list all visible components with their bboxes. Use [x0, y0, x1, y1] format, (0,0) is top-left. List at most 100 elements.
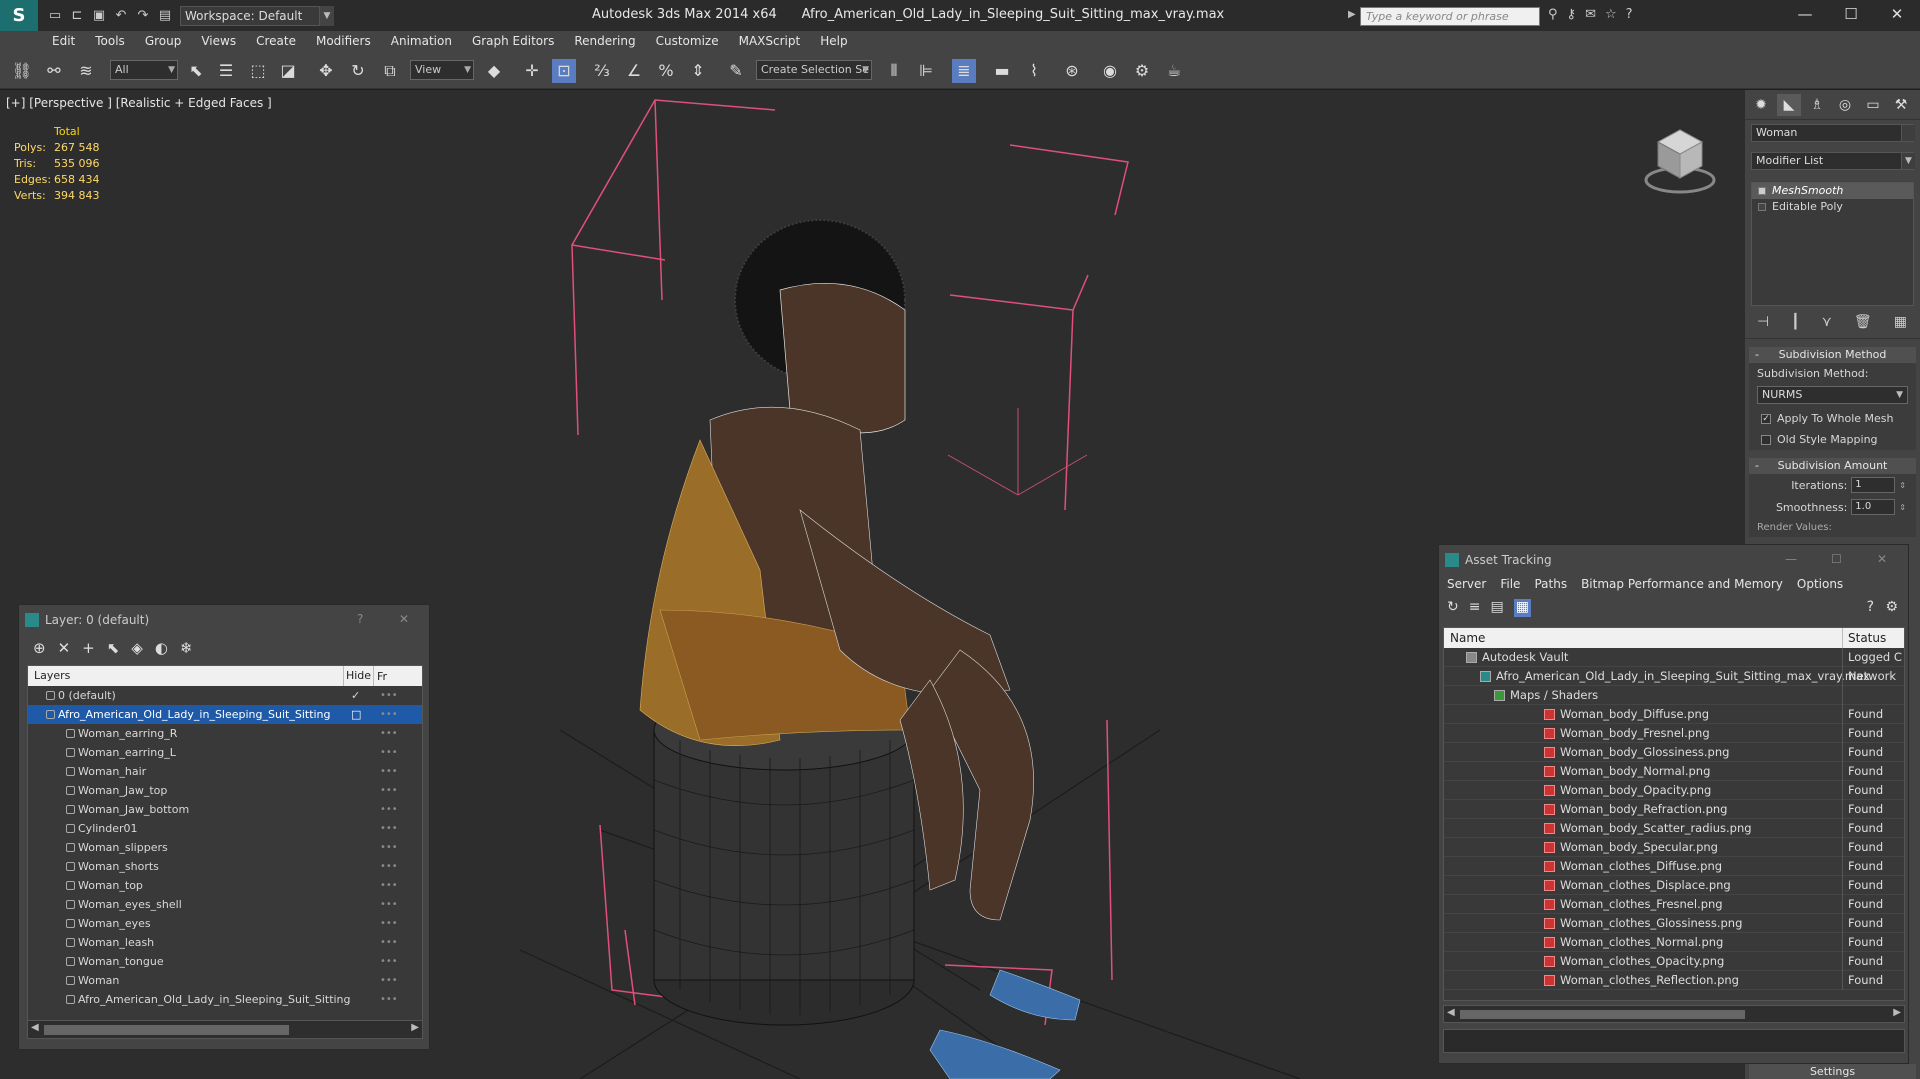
move-icon[interactable]: ✥: [314, 59, 338, 83]
modifier-stack-item[interactable]: Editable Poly: [1752, 199, 1913, 215]
pivot-center-icon[interactable]: ◆: [482, 59, 506, 83]
object-name-field[interactable]: Woman: [1751, 124, 1915, 142]
curve-editor-icon[interactable]: ⌇: [1022, 59, 1046, 83]
asset-row[interactable]: Woman_body_Fresnel.png Found: [1444, 724, 1904, 743]
scroll-left-icon[interactable]: ◀: [31, 1022, 39, 1033]
select-manipulate-icon[interactable]: ✛: [520, 59, 544, 83]
save-icon[interactable]: ▣: [90, 7, 108, 25]
menu-rendering[interactable]: Rendering: [574, 34, 635, 48]
freeze-toggle[interactable]: •••: [380, 933, 398, 952]
new-file-icon[interactable]: ▭: [46, 7, 64, 25]
asset-row[interactable]: Woman_body_Refraction.png Found: [1444, 800, 1904, 819]
freeze-toggle[interactable]: •••: [380, 895, 398, 914]
undo-icon[interactable]: ↶: [112, 7, 130, 25]
asset-row[interactable]: Woman_clothes_Normal.png Found: [1444, 933, 1904, 952]
horizontal-scrollbar[interactable]: ◀ ▶: [28, 1020, 422, 1038]
menu-options[interactable]: Options: [1797, 577, 1843, 593]
hide-toggle[interactable]: □: [351, 705, 361, 724]
pin-stack-icon[interactable]: ⊣: [1757, 314, 1769, 330]
favorites-icon[interactable]: ☆: [1605, 7, 1617, 22]
column-divider[interactable]: [1842, 628, 1843, 648]
layer-row[interactable]: Woman_slippers •••: [28, 838, 422, 857]
menu-server[interactable]: Server: [1447, 577, 1486, 593]
menu-help[interactable]: Help: [820, 34, 847, 48]
rotate-icon[interactable]: ↻: [346, 59, 370, 83]
spinner-snap-icon[interactable]: ⇕: [686, 59, 710, 83]
modify-tab-icon[interactable]: ◣: [1777, 94, 1801, 116]
reference-coord-dropdown[interactable]: View ▼: [410, 60, 474, 80]
search-input[interactable]: Type a keyword or phrase: [1360, 7, 1540, 26]
asset-row[interactable]: Woman_clothes_Opacity.png Found: [1444, 952, 1904, 971]
layer-row[interactable]: Woman_leash •••: [28, 933, 422, 952]
freeze-toggle[interactable]: •••: [380, 781, 398, 800]
select-by-name-icon[interactable]: ☰: [214, 59, 238, 83]
percent-snap-icon[interactable]: %: [654, 59, 678, 83]
select-in-layer-icon[interactable]: ⬉: [107, 639, 120, 657]
create-layer-icon[interactable]: ⊕: [33, 639, 46, 657]
schematic-view-icon[interactable]: ⊛: [1060, 59, 1084, 83]
render-setup-icon[interactable]: ⚙: [1130, 59, 1154, 83]
freeze-toggle[interactable]: •••: [380, 838, 398, 857]
align-icon[interactable]: ⊫: [914, 59, 938, 83]
communication-icon[interactable]: ✉: [1585, 7, 1596, 22]
checkbox-checked-icon[interactable]: ✓: [1761, 413, 1771, 424]
object-color-swatch[interactable]: [1901, 125, 1915, 141]
workspace-arrow-icon[interactable]: ▼: [320, 5, 334, 26]
binoculars-icon[interactable]: ⚲: [1548, 7, 1558, 22]
asset-row[interactable]: Woman_body_Glossiness.png Found: [1444, 743, 1904, 762]
scroll-right-icon[interactable]: ▶: [411, 1022, 419, 1033]
mirror-icon[interactable]: ⫴: [882, 59, 906, 83]
checkbox-unchecked-icon[interactable]: [1761, 434, 1771, 445]
freeze-toggle[interactable]: •••: [380, 857, 398, 876]
menu-maxscript[interactable]: MAXScript: [739, 34, 801, 48]
layer-row[interactable]: Woman_tongue •••: [28, 952, 422, 971]
freeze-toggle[interactable]: •••: [380, 724, 398, 743]
asset-row[interactable]: Woman_body_Scatter_radius.png Found: [1444, 819, 1904, 838]
list-view-icon[interactable]: ≡: [1469, 599, 1481, 617]
freeze-toggle[interactable]: •••: [380, 686, 398, 705]
subdivision-method-dropdown[interactable]: NURMS ▼: [1757, 386, 1908, 404]
asset-row[interactable]: Woman_body_Normal.png Found: [1444, 762, 1904, 781]
old-style-mapping-checkbox[interactable]: Old Style Mapping: [1749, 429, 1916, 450]
modifier-list-dropdown[interactable]: Modifier List ▼: [1751, 152, 1915, 170]
close-icon[interactable]: ✕: [1877, 552, 1887, 566]
layer-row[interactable]: Afro_American_Old_Lady_in_Sleeping_Suit_…: [28, 705, 422, 724]
menu-create[interactable]: Create: [256, 34, 296, 48]
layer-row[interactable]: Woman_top •••: [28, 876, 422, 895]
menu-graph-editors[interactable]: Graph Editors: [472, 34, 554, 48]
freeze-toggle[interactable]: •••: [380, 990, 398, 1009]
layer-row[interactable]: Woman_shorts •••: [28, 857, 422, 876]
freeze-all-icon[interactable]: ❄: [180, 639, 193, 657]
render-icon[interactable]: ☕: [1162, 59, 1186, 83]
hide-toggle[interactable]: ✓: [351, 686, 360, 705]
asset-row[interactable]: Autodesk Vault Logged C: [1444, 648, 1904, 667]
asset-row[interactable]: Woman_clothes_Glossiness.png Found: [1444, 914, 1904, 933]
make-unique-icon[interactable]: ⋎: [1822, 314, 1832, 330]
hide-all-icon[interactable]: ◐: [155, 639, 168, 657]
column-header-name[interactable]: Name: [1450, 631, 1485, 645]
column-header-layers[interactable]: Layers: [28, 666, 344, 686]
layer-row[interactable]: Woman_earring_L •••: [28, 743, 422, 762]
viewport-label[interactable]: [+] [Perspective ] [Realistic + Edged Fa…: [6, 96, 272, 110]
spinner-arrows-icon[interactable]: ⇕: [1899, 481, 1906, 490]
scroll-left-icon[interactable]: ◀: [1447, 1007, 1455, 1018]
settings-icon[interactable]: ⚙: [1885, 599, 1898, 615]
layer-row[interactable]: 0 (default) ✓ •••: [28, 686, 422, 705]
menu-edit[interactable]: Edit: [52, 34, 75, 48]
layer-row[interactable]: Woman_hair •••: [28, 762, 422, 781]
freeze-toggle[interactable]: •••: [380, 705, 398, 724]
rectangular-selection-icon[interactable]: ⬚: [246, 59, 270, 83]
display-tab-icon[interactable]: ▭: [1861, 94, 1885, 116]
asset-row[interactable]: Woman_clothes_Diffuse.png Found: [1444, 857, 1904, 876]
viewcube-icon[interactable]: [1640, 120, 1720, 200]
asset-path-field[interactable]: [1443, 1029, 1905, 1053]
utilities-tab-icon[interactable]: ⚒: [1889, 94, 1913, 116]
menu-bitmap-performance[interactable]: Bitmap Performance and Memory: [1581, 577, 1783, 593]
close-icon[interactable]: ✕: [1874, 0, 1920, 31]
freeze-toggle[interactable]: •••: [380, 819, 398, 838]
layer-row[interactable]: Afro_American_Old_Lady_in_Sleeping_Suit_…: [28, 990, 422, 1009]
settings-rollout-header[interactable]: Settings: [1749, 1064, 1916, 1079]
layer-manager-icon[interactable]: ≣: [952, 59, 976, 83]
minimize-icon[interactable]: —: [1785, 552, 1797, 566]
freeze-toggle[interactable]: •••: [380, 762, 398, 781]
